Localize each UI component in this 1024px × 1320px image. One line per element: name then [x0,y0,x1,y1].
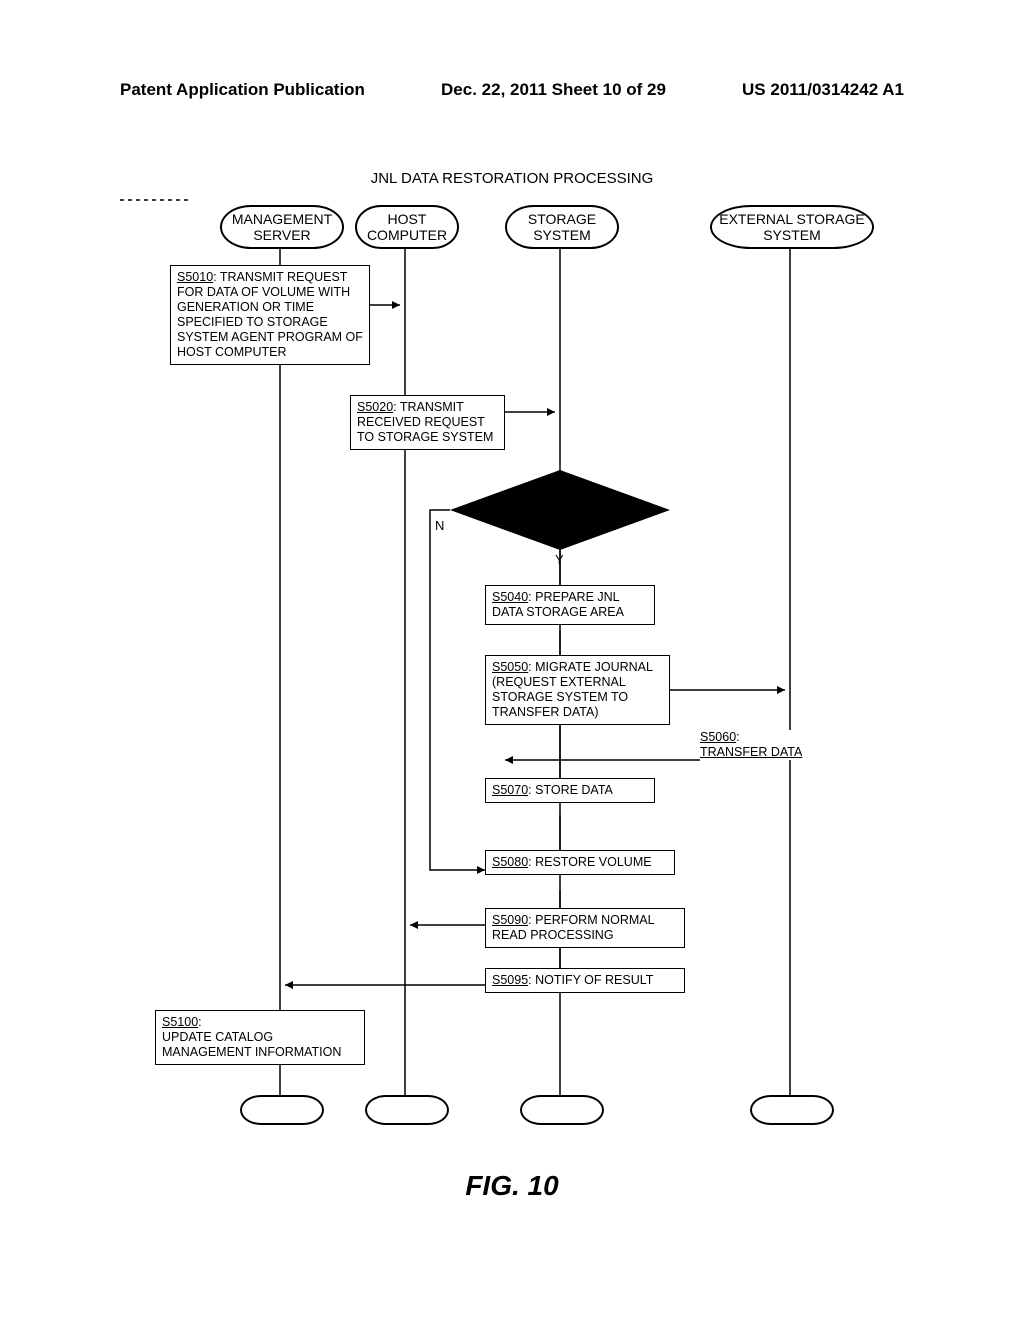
s5080-id: S5080 [492,855,528,869]
s5020-id: S5020 [357,400,393,414]
s5080-text: : RESTORE VOLUME [528,855,651,869]
lane-host-computer: HOST COMPUTER [355,205,459,249]
step-s5080: S5080: RESTORE VOLUME [485,850,675,875]
step-s5090: S5090: PERFORM NORMAL READ PROCESSING [485,908,685,948]
lane-mgmt-label: MANAGEMENT SERVER [222,211,342,243]
lane-host-label: HOST COMPUTER [357,211,457,243]
s5030-text: IS JOURNAL STOREDIN EXTERNAL STORAGESYST… [487,495,633,539]
s5060-text: TRANSFER DATA [700,745,802,759]
step-s5095: S5095: NOTIFY OF RESULT [485,968,685,993]
figure-caption: FIG. 10 [0,1170,1024,1202]
header-left: Patent Application Publication [120,80,365,100]
diagram-title: JNL DATA RESTORATION PROCESSING [0,170,1024,187]
s5050-id: S5050 [492,660,528,674]
step-s5010: S5010: TRANSMIT REQUEST FOR DATA OF VOLU… [170,265,370,365]
decision-no-label: N [435,518,444,533]
decision-s5030: S5030: IS JOURNAL STOREDIN EXTERNAL STOR… [470,480,650,540]
lane-term-host [365,1095,449,1125]
s5030-id: S5030 [540,480,576,494]
lane-external-label: EXTERNAL STORAGE SYSTEM [712,211,872,243]
s5070-text: : STORE DATA [528,783,613,797]
s5100-id: S5100 [162,1015,198,1029]
lane-storage-system: STORAGE SYSTEM [505,205,619,249]
s5040-id: S5040 [492,590,528,604]
header-center: Dec. 22, 2011 Sheet 10 of 29 [441,80,666,100]
s5095-text: : NOTIFY OF RESULT [528,973,653,987]
lane-external-storage: EXTERNAL STORAGE SYSTEM [710,205,874,249]
step-s5070: S5070: STORE DATA [485,778,655,803]
decision-yes-label: Y [555,552,564,567]
lane-management-server: MANAGEMENT SERVER [220,205,344,249]
lane-term-storage [520,1095,604,1125]
step-s5100: S5100: UPDATE CATALOG MANAGEMENT INFORMA… [155,1010,365,1065]
s5100-text: UPDATE CATALOG MANAGEMENT INFORMATION [162,1030,341,1059]
s5060-id: S5060 [700,730,736,744]
lane-term-external [750,1095,834,1125]
s5090-id: S5090 [492,913,528,927]
flowchart: MANAGEMENT SERVER HOST COMPUTER STORAGE … [110,190,910,1150]
step-s5060: S5060: TRANSFER DATA [700,730,840,760]
page-header: Patent Application Publication Dec. 22, … [0,80,1024,100]
step-s5040: S5040: PREPARE JNL DATA STORAGE AREA [485,585,655,625]
s5095-id: S5095 [492,973,528,987]
s5010-id: S5010 [177,270,213,284]
s5070-id: S5070 [492,783,528,797]
step-s5050: S5050: MIGRATE JOURNAL (REQUEST EXTERNAL… [485,655,670,725]
header-right: US 2011/0314242 A1 [742,80,904,100]
lane-storage-label: STORAGE SYSTEM [507,211,617,243]
step-s5020: S5020: TRANSMIT RECEIVED REQUEST TO STOR… [350,395,505,450]
lane-term-mgmt [240,1095,324,1125]
